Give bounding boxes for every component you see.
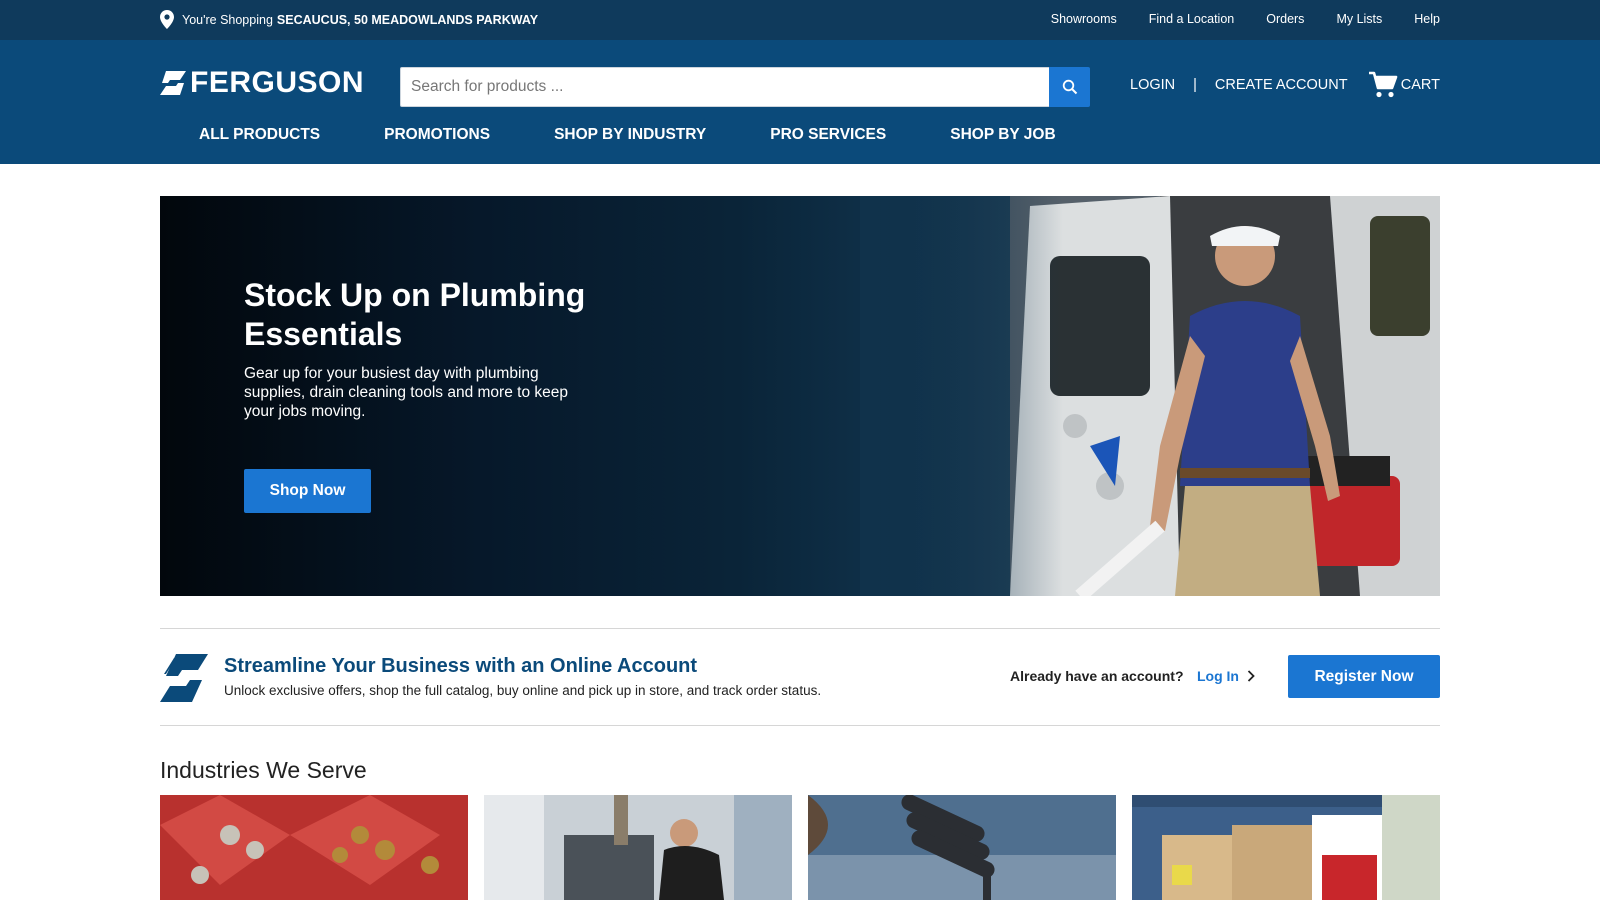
nav-shop-by-job[interactable]: SHOP BY JOB: [950, 126, 1055, 144]
orders-link[interactable]: Orders: [1266, 12, 1304, 26]
site-header: FERGUSON LOGIN | CREATE ACCOUNT CART ALL…: [0, 40, 1600, 164]
facility-supplies-image: [1132, 795, 1440, 900]
utility-bar: You're Shopping SECAUCUS, 50 MEADOWLANDS…: [0, 0, 1600, 40]
log-in-label: Log In: [1197, 668, 1239, 684]
utility-links: Showrooms Find a Location Orders My List…: [1051, 12, 1440, 26]
cart-label: CART: [1400, 77, 1440, 93]
search-icon: [1062, 79, 1077, 95]
log-in-link[interactable]: Log In: [1197, 668, 1255, 684]
shopping-prefix: You're Shopping: [182, 12, 273, 27]
location-pin-icon: [160, 10, 174, 29]
account-promo-subtitle: Unlock exclusive offers, shop the full c…: [224, 683, 822, 698]
nav-pro-services[interactable]: PRO SERVICES: [770, 126, 886, 144]
hero-body: Gear up for your busiest day with plumbi…: [244, 365, 568, 420]
my-lists-link[interactable]: My Lists: [1336, 12, 1382, 26]
ferguson-mark-icon: [160, 654, 208, 702]
help-link[interactable]: Help: [1414, 12, 1440, 26]
search-input[interactable]: [400, 67, 1049, 107]
ferguson-logo[interactable]: FERGUSON: [160, 66, 365, 99]
industries-tiles: [160, 795, 1440, 900]
hero-image: [860, 196, 1440, 596]
account-links: LOGIN | CREATE ACCOUNT: [1130, 77, 1348, 93]
industries-title: Industries We Serve: [160, 757, 367, 783]
logo-wordmark: FERGUSON: [190, 66, 365, 99]
industry-tile-plumbing[interactable]: [160, 795, 468, 900]
account-separator: |: [1193, 77, 1197, 93]
ferguson-mark-icon: [160, 71, 186, 95]
search-button[interactable]: [1049, 67, 1090, 107]
cart-link[interactable]: CART: [1368, 71, 1440, 99]
chevron-right-icon: [1247, 670, 1255, 682]
industry-tile-facilities[interactable]: [1132, 795, 1440, 900]
industry-tile-hvac[interactable]: [484, 795, 792, 900]
waterworks-pipes-image: [808, 795, 1116, 900]
account-promo-title: Streamline Your Business with an Online …: [224, 655, 698, 677]
industry-tile-waterworks[interactable]: [808, 795, 1116, 900]
login-link[interactable]: LOGIN: [1130, 77, 1175, 93]
nav-shop-by-industry[interactable]: SHOP BY INDUSTRY: [554, 126, 706, 144]
register-now-button[interactable]: Register Now: [1288, 655, 1440, 698]
find-location-link[interactable]: Find a Location: [1149, 12, 1234, 26]
hvac-technician-image: [484, 795, 792, 900]
nav-all-products[interactable]: ALL PRODUCTS: [199, 126, 320, 144]
plumbing-parts-image: [160, 795, 468, 900]
search-bar: [400, 67, 1090, 107]
store-name[interactable]: SECAUCUS, 50 MEADOWLANDS PARKWAY: [277, 13, 538, 27]
store-location[interactable]: You're Shopping SECAUCUS, 50 MEADOWLANDS…: [160, 10, 538, 29]
create-account-link[interactable]: CREATE ACCOUNT: [1215, 77, 1348, 93]
already-have-account-label: Already have an account?: [1010, 668, 1184, 684]
main-nav: ALL PRODUCTS PROMOTIONS SHOP BY INDUSTRY…: [199, 126, 1056, 144]
nav-promotions[interactable]: PROMOTIONS: [384, 126, 490, 144]
cart-icon: [1368, 71, 1398, 98]
showrooms-link[interactable]: Showrooms: [1051, 12, 1117, 26]
hero-banner[interactable]: Stock Up on Plumbing Essentials Gear up …: [160, 196, 1440, 596]
account-promo-banner: Streamline Your Business with an Online …: [160, 628, 1440, 726]
hero-title: Stock Up on Plumbing Essentials: [244, 277, 586, 352]
shop-now-button[interactable]: Shop Now: [244, 469, 371, 513]
